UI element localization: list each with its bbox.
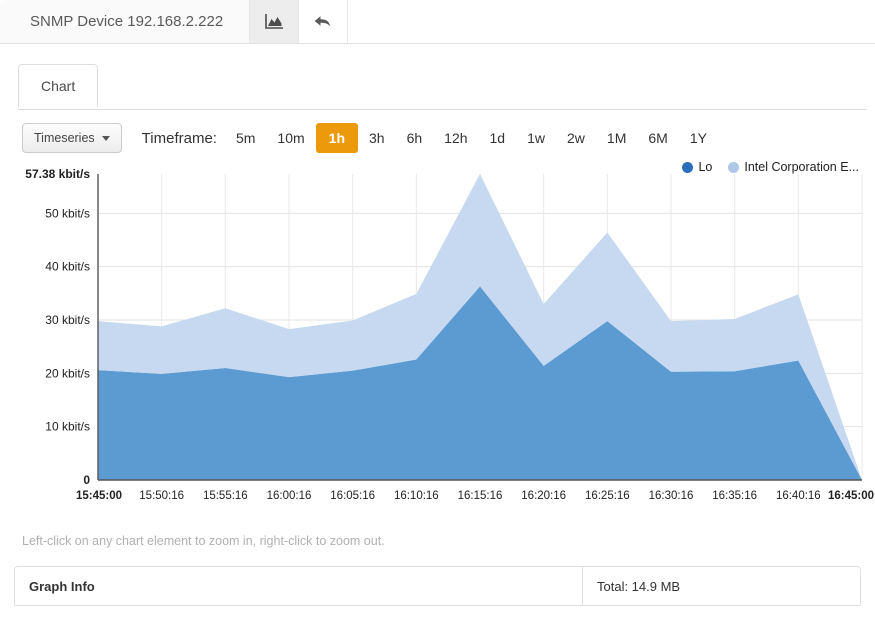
- tab-chart[interactable]: Chart: [18, 64, 99, 107]
- chart-toolbar: Timeseries Timeframe: 5m 10m 1h 3h 6h 12h 1d 1w…: [0, 110, 875, 153]
- timeframe-1M[interactable]: 1M: [596, 123, 637, 153]
- y-axis-tick-label: 30 kbit/s: [45, 313, 90, 327]
- x-axis-tick-label: 16:40:16: [776, 490, 821, 502]
- area-chart-icon: [264, 13, 284, 30]
- x-axis-tick-label: 16:15:16: [458, 490, 503, 502]
- x-axis-tick-label: 16:35:16: [712, 490, 757, 502]
- x-axis-tick-label: 15:50:16: [139, 490, 184, 502]
- y-axis-tick-label: 57.38 kbit/s: [25, 167, 90, 181]
- chart-area[interactable]: Lo Intel Corporation E... 57.38 kbit/s 50 …: [0, 160, 875, 520]
- timeframe-5m[interactable]: 5m: [225, 123, 266, 153]
- y-axis-tick-label: 50 kbit/s: [45, 206, 90, 220]
- y-axis-tick-label: 40 kbit/s: [45, 260, 90, 274]
- legend-color-swatch: [728, 161, 740, 173]
- legend-item[interactable]: Intel Corporation E...: [728, 160, 859, 174]
- legend-color-swatch: [682, 161, 694, 173]
- x-axis-tick-label: 16:20:16: [521, 490, 566, 502]
- timeframe-2w[interactable]: 2w: [556, 123, 596, 153]
- chart-type-label: Timeseries: [34, 131, 95, 145]
- x-axis-tick-label: 16:25:16: [585, 490, 630, 502]
- chart-legend: Lo Intel Corporation E...: [682, 160, 859, 174]
- chart-zoom-hint: Left-click on any chart element to zoom …: [22, 534, 385, 548]
- legend-label: Lo: [698, 160, 713, 174]
- timeframe-options: 5m 10m 1h 3h 6h 12h 1d 1w 2w 1M 6M 1Y: [225, 123, 718, 153]
- y-axis-tick-label: 0: [83, 473, 90, 487]
- timeframe-1d[interactable]: 1d: [479, 123, 517, 153]
- x-axis-tick-label: 16:00:16: [267, 490, 312, 502]
- y-axis-tick-label: 10 kbit/s: [45, 420, 90, 434]
- chart-type-dropdown[interactable]: Timeseries: [22, 123, 122, 153]
- x-axis-tick-label: 15:55:16: [203, 490, 248, 502]
- timeframe-12h[interactable]: 12h: [433, 123, 478, 153]
- timeframe-1w[interactable]: 1w: [516, 123, 556, 153]
- y-axis-tick-label: 20 kbit/s: [45, 366, 90, 380]
- timeframe-10m[interactable]: 10m: [266, 123, 315, 153]
- area-chart-view-button[interactable]: [250, 0, 300, 43]
- back-arrow-icon: [313, 13, 333, 30]
- timeframe-6h[interactable]: 6h: [396, 123, 434, 153]
- device-title: SNMP Device 192.168.2.222: [0, 0, 251, 43]
- x-axis-tick-label: 16:30:16: [649, 490, 694, 502]
- legend-label: Intel Corporation E...: [744, 160, 859, 174]
- tab-bar: Chart: [0, 64, 875, 110]
- window-header: SNMP Device 192.168.2.222: [0, 0, 875, 44]
- legend-item[interactable]: Lo: [682, 160, 712, 174]
- x-axis-tick-label: 16:05:16: [330, 490, 375, 502]
- graph-info-total: Total: 14.9 MB: [597, 578, 681, 594]
- x-axis-tick-label: 16:45:00: [828, 490, 874, 502]
- graph-info-panel: Graph Info Total: 14.9 MB: [14, 566, 861, 606]
- back-button[interactable]: [299, 0, 349, 43]
- graph-info-label: Graph Info: [15, 567, 583, 605]
- timeframe-1h[interactable]: 1h: [315, 123, 358, 153]
- timeseries-area-chart[interactable]: 57.38 kbit/s 50 kbit/s 40 kbit/s 30 kbit/s 2…: [0, 160, 875, 515]
- timeframe-label: Timeframe:: [141, 129, 217, 147]
- timeframe-6M[interactable]: 6M: [637, 123, 678, 153]
- x-axis-tick-label: 16:10:16: [394, 490, 439, 502]
- timeframe-3h[interactable]: 3h: [358, 123, 396, 153]
- timeframe-1Y[interactable]: 1Y: [679, 123, 718, 153]
- chevron-down-icon: [101, 135, 110, 141]
- x-axis-tick-label: 15:45:00: [76, 490, 122, 502]
- header-spacer: [348, 0, 875, 43]
